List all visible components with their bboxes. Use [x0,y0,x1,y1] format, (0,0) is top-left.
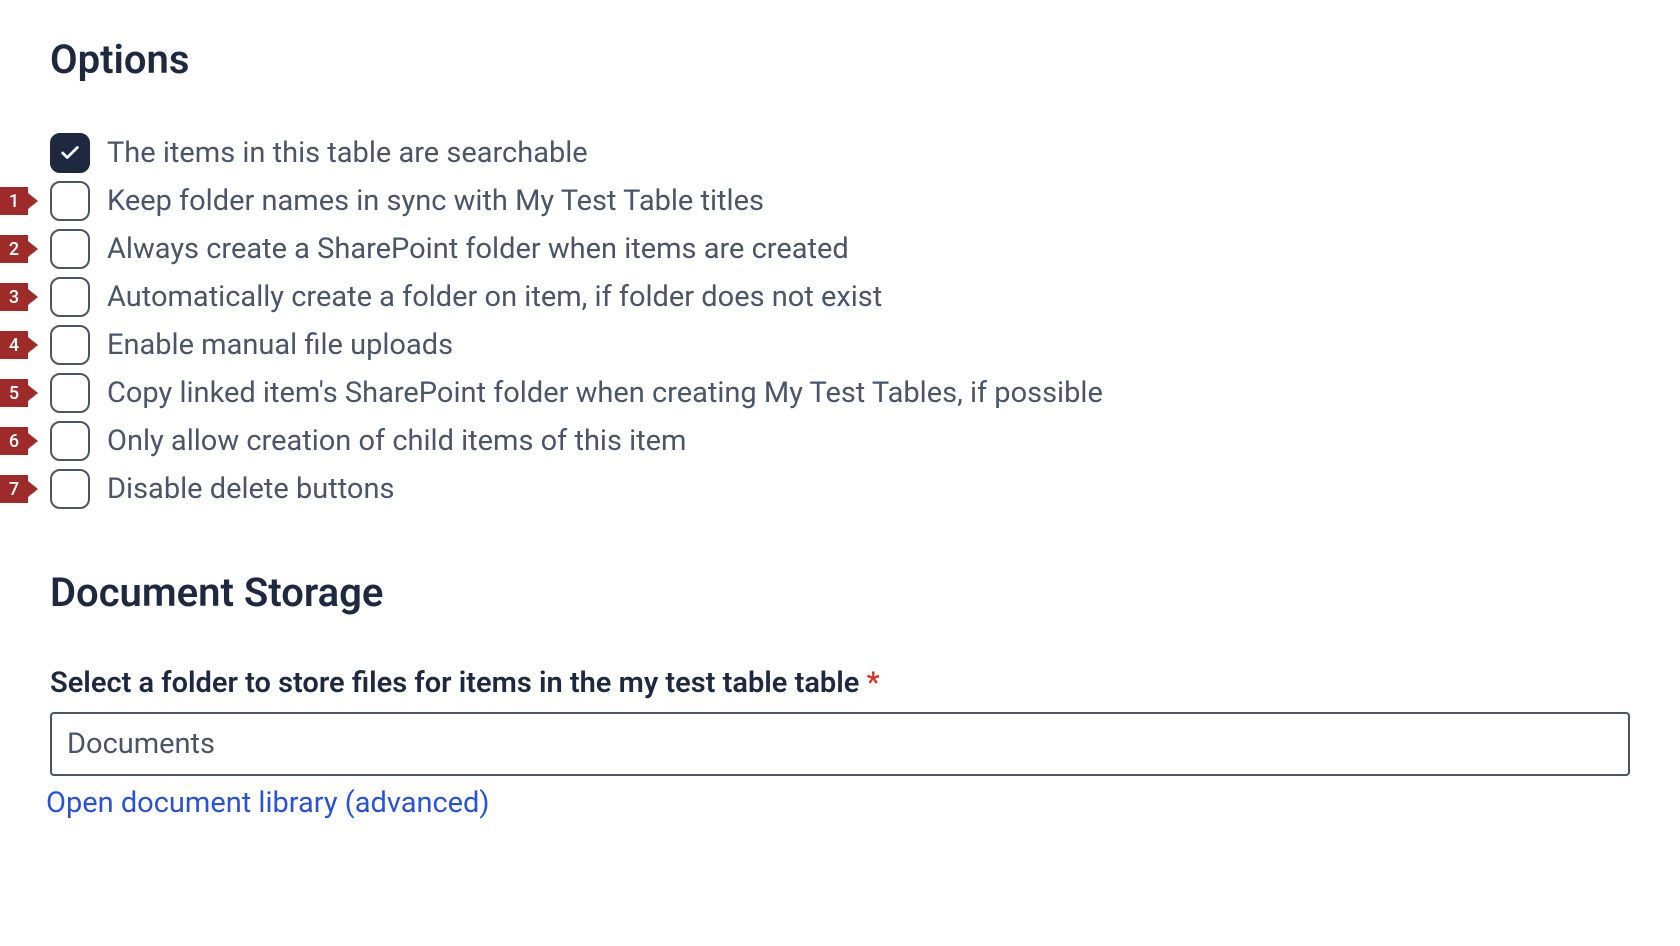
checkbox-label: Always create a SharePoint folder when i… [107,232,849,266]
annotation-marker: 1 [0,187,28,215]
annotation-arrow-icon [28,433,38,449]
required-indicator: * [867,666,880,700]
annotation-marker: 7 [0,475,28,503]
annotation-arrow-icon [28,385,38,401]
annotation-marker: 4 [0,331,28,359]
checkbox[interactable] [50,277,90,317]
checkbox[interactable] [50,373,90,413]
checkbox[interactable] [50,469,90,509]
checkbox-row: 7Disable delete buttons [50,469,1630,509]
checkbox-label: Keep folder names in sync with My Test T… [107,184,764,218]
document-storage-heading: Document Storage [50,569,1630,616]
folder-path-input[interactable] [50,712,1630,776]
checkbox-label: The items in this table are searchable [107,136,588,170]
annotation-arrow-icon [28,337,38,353]
checkbox-row: 2Always create a SharePoint folder when … [50,229,1630,269]
annotation-arrow-icon [28,241,38,257]
checkbox[interactable] [50,325,90,365]
annotation-arrow-icon [28,193,38,209]
options-heading: Options [50,36,1630,83]
annotation-arrow-icon [28,481,38,497]
options-list: The items in this table are searchable 1K… [50,133,1630,509]
checkbox-label: Automatically create a folder on item, i… [107,280,882,314]
annotation-marker: 2 [0,235,28,263]
checkbox-label: Copy linked item's SharePoint folder whe… [107,376,1103,410]
checkbox-row: 1Keep folder names in sync with My Test … [50,181,1630,221]
checkbox[interactable] [50,421,90,461]
annotation-arrow-icon [28,289,38,305]
checkbox-label: Disable delete buttons [107,472,394,506]
checkbox[interactable] [50,181,90,221]
annotation-marker: 5 [0,379,28,407]
checkbox[interactable] [50,229,90,269]
checkbox-label: Enable manual file uploads [107,328,453,362]
checkbox-row: 6Only allow creation of child items of t… [50,421,1630,461]
annotation-marker: 3 [0,283,28,311]
checkbox-row: The items in this table are searchable [50,133,1630,173]
check-icon [59,142,81,164]
annotation-marker: 6 [0,427,28,455]
checkbox-label: Only allow creation of child items of th… [107,424,686,458]
document-storage-section: Document Storage Select a folder to stor… [50,569,1630,820]
checkbox-row: 3Automatically create a folder on item, … [50,277,1630,317]
checkbox[interactable] [50,133,90,173]
folder-field-label-text: Select a folder to store files for items… [50,666,859,700]
checkbox-row: 5Copy linked item's SharePoint folder wh… [50,373,1630,413]
open-document-library-link[interactable]: Open document library (advanced) [46,786,490,820]
checkbox-row: 4Enable manual file uploads [50,325,1630,365]
folder-field-label: Select a folder to store files for items… [50,666,1630,700]
